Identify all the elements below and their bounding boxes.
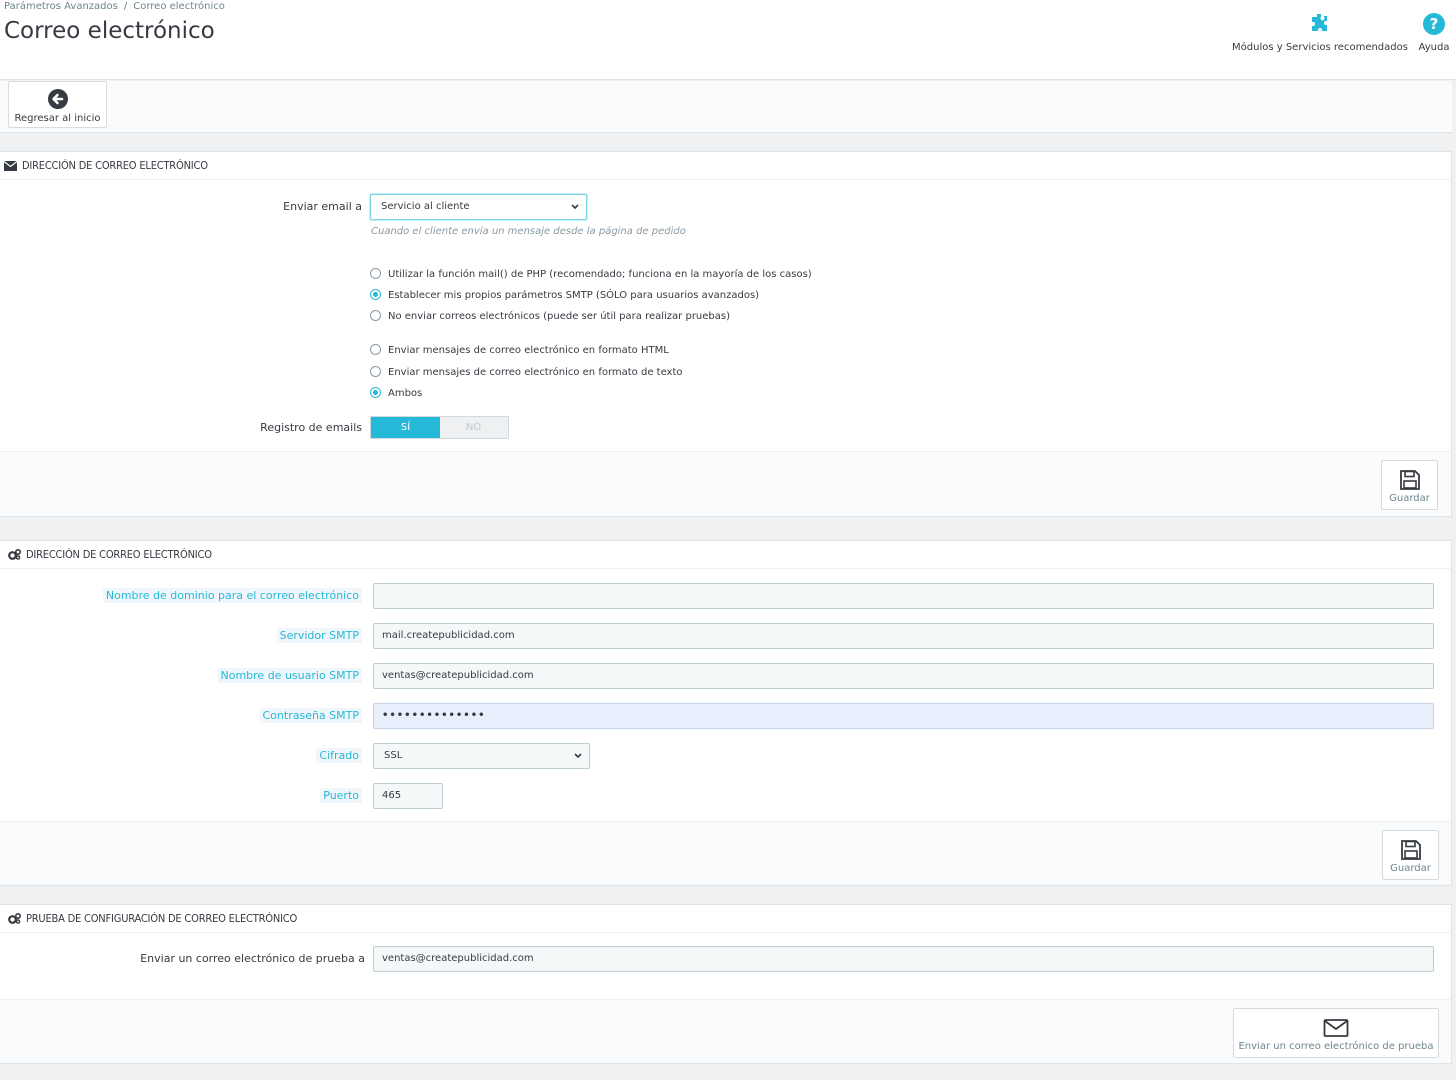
panel-footer: Guardar [0,821,1451,885]
save-label: Guardar [1390,863,1431,874]
mail-method-smtp[interactable]: Establecer mis propios parámetros SMTP (… [370,288,759,304]
chevron-down-icon [574,753,582,759]
panel-heading-title: PRUEBA DE CONFIGURACIÓN DE CORREO ELECTR… [25,912,298,925]
smtp-password-input[interactable]: •••••••••••••• [373,703,1434,729]
test-to-input[interactable]: ventas@createpublicidad.com [373,946,1434,972]
back-label: Regresar al inicio [14,113,101,124]
save-button[interactable]: Guardar [1382,830,1439,880]
panel-footer: Guardar [0,451,1451,516]
save-icon [1399,470,1420,490]
page-header: Parámetros Avanzados / Correo electrónico … [0,0,1456,80]
puzzle-icon [1312,14,1327,31]
domain-input[interactable] [373,583,1434,609]
smtp-user-label: Nombre de usuario SMTP [217,668,362,683]
breadcrumb-item-email[interactable]: Correo electrónico [133,1,225,12]
breadcrumb-item-advanced[interactable]: Parámetros Avanzados [4,1,118,12]
send-test-label: Enviar un correo electrónico de prueba [1238,1041,1434,1052]
smtp-password-label: Contraseña SMTP [259,708,362,723]
modules-label: Módulos y Servicios recomendados [1232,42,1408,53]
encryption-value: SSL [384,750,403,761]
radio-label: Utilizar la función mail() de PHP (recom… [388,269,812,280]
svg-text:?: ? [1430,15,1439,33]
cogs-icon [8,548,22,560]
save-label: Guardar [1389,493,1430,504]
envelope-icon [3,161,18,171]
radio-label: Ambos [388,388,423,399]
back-arrow-icon [47,89,68,109]
save-icon [1400,840,1421,860]
send-to-value: Servicio al cliente [381,201,470,212]
chevron-down-icon [571,204,579,210]
breadcrumb-separator: / [123,1,128,12]
smtp-server-label: Servidor SMTP [276,628,362,643]
smtp-user-input[interactable]: ventas@createpublicidad.com [373,663,1434,689]
port-input[interactable]: 465 [373,783,443,809]
radio-label: Establecer mis propios parámetros SMTP (… [388,290,760,301]
cogs-icon [8,912,22,924]
mail-icon [1323,1019,1349,1037]
radio-button[interactable] [370,289,381,300]
format-text[interactable]: Enviar mensajes de correo electrónico en… [370,365,683,381]
switch-no[interactable]: NO [439,417,508,438]
test-to-label: Enviar un correo electrónico de prueba a [140,952,365,965]
port-label: Puerto [320,788,362,803]
radio-button[interactable] [370,268,381,279]
encryption-label: Cifrado [316,748,362,763]
radio-button[interactable] [370,310,381,321]
test-email-panel: PRUEBA DE CONFIGURACIÓN DE CORREO ELECTR… [0,904,1452,1064]
send-to-hint: Cuando el cliente envía un mensaje desde… [371,226,686,237]
panel-heading-title: DIRECCIÓN DE CORREO ELECTRÓNICO [21,159,208,172]
panel-heading: DIRECCIÓN DE CORREO ELECTRÓNICO [0,541,1451,569]
panel-heading-title: DIRECCIÓN DE CORREO ELECTRÓNICO [25,548,212,561]
mail-method-php[interactable]: Utilizar la función mail() de PHP (recom… [370,267,812,283]
email-settings-panel: DIRECCIÓN DE CORREO ELECTRÓNICO Enviar e… [0,151,1452,517]
radio-label: Enviar mensajes de correo electrónico en… [388,367,683,378]
panel-heading: PRUEBA DE CONFIGURACIÓN DE CORREO ELECTR… [0,905,1451,933]
radio-label: No enviar correos electrónicos (puede se… [388,311,731,322]
format-html[interactable]: Enviar mensajes de correo electrónico en… [370,343,669,359]
back-button[interactable]: Regresar al inicio [8,81,107,128]
help-label: Ayuda [1418,42,1450,53]
smtp-server-input[interactable]: mail.createpublicidad.com [373,623,1434,649]
radio-button[interactable] [370,344,381,355]
format-both[interactable]: Ambos [370,386,422,402]
smtp-settings-panel: DIRECCIÓN DE CORREO ELECTRÓNICO Nombre d… [0,540,1452,886]
radio-button[interactable] [370,366,381,377]
domain-label: Nombre de dominio para el correo electró… [102,588,362,603]
page-title: Correo electrónico [4,18,215,44]
email-log-label: Registro de emails [260,421,362,434]
help-icon: ? [1423,13,1445,35]
encryption-select[interactable]: SSL [373,743,590,769]
breadcrumb: Parámetros Avanzados / Correo electrónico [4,1,225,12]
toolbar: Regresar al inicio [0,81,1452,133]
email-log-switch[interactable]: SÍ NO [370,416,509,439]
mail-method-none[interactable]: No enviar correos electrónicos (puede se… [370,309,730,325]
save-button[interactable]: Guardar [1381,460,1438,510]
help-button[interactable]: ? Ayuda [1414,12,1454,53]
switch-yes[interactable]: SÍ [371,417,440,438]
panel-heading: DIRECCIÓN DE CORREO ELECTRÓNICO [0,152,1451,180]
radio-label: Enviar mensajes de correo electrónico en… [388,345,669,356]
modules-button[interactable]: Módulos y Servicios recomendados [1232,12,1408,53]
send-test-email-button[interactable]: Enviar un correo electrónico de prueba [1233,1008,1439,1058]
panel-footer: Enviar un correo electrónico de prueba [0,999,1451,1063]
send-to-label: Enviar email a [283,200,362,213]
radio-button[interactable] [370,387,381,398]
send-to-select[interactable]: Servicio al cliente [370,194,587,220]
